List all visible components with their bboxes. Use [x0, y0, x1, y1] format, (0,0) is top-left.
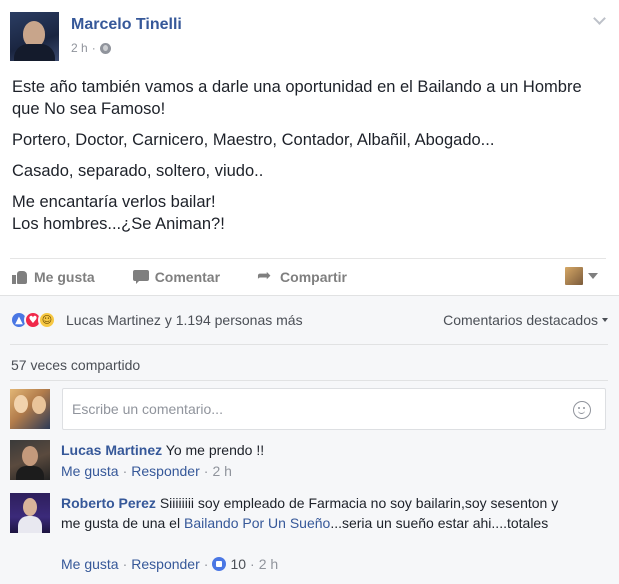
meta-separator: · — [203, 463, 209, 479]
chevron-down-icon[interactable] — [593, 14, 605, 26]
divider — [10, 344, 608, 345]
divider — [10, 380, 608, 381]
caret-down-icon — [588, 273, 598, 279]
comment-like-count[interactable]: 10 — [230, 556, 246, 572]
comment-input[interactable]: Escribe un comentario... — [62, 388, 606, 430]
post-body: Este año también vamos a darle una oport… — [12, 76, 602, 244]
share-button[interactable]: Compartir — [257, 266, 347, 286]
comment-text: Yo me prendo !! — [165, 442, 265, 458]
comment-composer: Escribe un comentario... — [10, 388, 606, 430]
sort-label: Comentarios destacados — [443, 312, 598, 328]
reaction-identity-picker[interactable] — [565, 267, 598, 285]
shares-count[interactable]: 57 veces compartido — [11, 357, 140, 373]
share-button-label: Compartir — [280, 268, 347, 285]
author-avatar[interactable] — [10, 12, 59, 61]
meta-separator: · — [122, 556, 128, 572]
post-paragraph: Portero, Doctor, Carnicero, Maestro, Con… — [12, 131, 495, 149]
reaction-icons[interactable]: ▲ ♥ ☺ — [10, 311, 56, 329]
comment-author[interactable]: Roberto Perez — [61, 495, 156, 511]
like-count-icon[interactable] — [212, 557, 227, 571]
post-paragraph: Casado, separado, soltero, viudo.. — [12, 162, 264, 180]
sort-caret-icon — [602, 318, 608, 322]
current-user-avatar — [10, 389, 50, 429]
comment-button[interactable]: Comentar — [132, 268, 221, 285]
post-paragraph: Este año también vamos a darle una oport… — [12, 78, 582, 118]
avatar-suit — [14, 44, 55, 61]
comment-text: ...seria un sueño estar ahi....totales — [330, 515, 549, 531]
like-button[interactable]: Me gusta — [12, 269, 95, 285]
comment-button-label: Comentar — [154, 268, 221, 285]
meta-separator: · — [122, 463, 128, 479]
reactions-row: ▲ ♥ ☺ Lucas Martinez y 1.194 personas má… — [10, 306, 608, 334]
haha-reaction-icon: ☺ — [38, 311, 56, 329]
comment-reply-link[interactable]: Responder — [131, 463, 200, 479]
emoji-icon[interactable] — [573, 401, 591, 419]
author-name[interactable]: Marcelo Tinelli — [71, 16, 182, 34]
like-button-label: Me gusta — [34, 268, 95, 285]
thumbs-up-icon — [12, 270, 28, 284]
comment-meta: Me gusta · Responder · 2 h — [61, 463, 232, 479]
comment: Lucas Martinez Yo me prendo !! Me gusta … — [10, 440, 608, 484]
comment-time[interactable]: 2 h — [212, 463, 231, 479]
action-bar: Me gusta Comentar Compartir — [10, 258, 606, 294]
comments-area: ▲ ♥ ☺ Lucas Martinez y 1.194 personas má… — [0, 295, 619, 584]
commenter-avatar[interactable] — [10, 493, 50, 533]
comment-like-link[interactable]: Me gusta — [61, 463, 119, 479]
comment-time[interactable]: 2 h — [259, 556, 278, 572]
comment-body: Roberto Perez Siiiiiiii soy empleado de … — [61, 493, 561, 533]
commenter-avatar[interactable] — [10, 440, 50, 480]
current-user-mini-avatar — [565, 267, 583, 285]
comment-page-link[interactable]: Bailando Por Un Sueño — [184, 515, 330, 531]
globe-icon[interactable] — [99, 42, 111, 54]
comment: Roberto Perez Siiiiiiii soy empleado de … — [10, 493, 608, 577]
reactions-summary[interactable]: Lucas Martinez y 1.194 personas más — [66, 312, 303, 328]
comment-meta: Me gusta · Responder · 10 · 2 h — [61, 556, 278, 572]
comment-like-link[interactable]: Me gusta — [61, 556, 119, 572]
comment-icon — [132, 269, 149, 284]
post-time[interactable]: 2 h — [71, 41, 88, 55]
post-meta: 2 h · — [71, 41, 111, 55]
post-paragraph: Me encantaría verlos bailar! — [12, 193, 216, 211]
share-icon — [257, 266, 274, 286]
meta-separator: · — [203, 556, 209, 572]
comment-body: Lucas Martinez Yo me prendo !! — [61, 440, 561, 460]
meta-separator: · — [91, 41, 96, 55]
comment-sort-menu[interactable]: Comentarios destacados — [443, 312, 608, 328]
meta-separator: · — [250, 556, 255, 572]
comment-placeholder: Escribe un comentario... — [72, 401, 223, 417]
comment-reply-link[interactable]: Responder — [131, 556, 200, 572]
post-header: Marcelo Tinelli 2 h · — [10, 12, 609, 61]
post-paragraph: Los hombres...¿Se Animan?! — [12, 215, 225, 233]
comment-author[interactable]: Lucas Martinez — [61, 442, 162, 458]
